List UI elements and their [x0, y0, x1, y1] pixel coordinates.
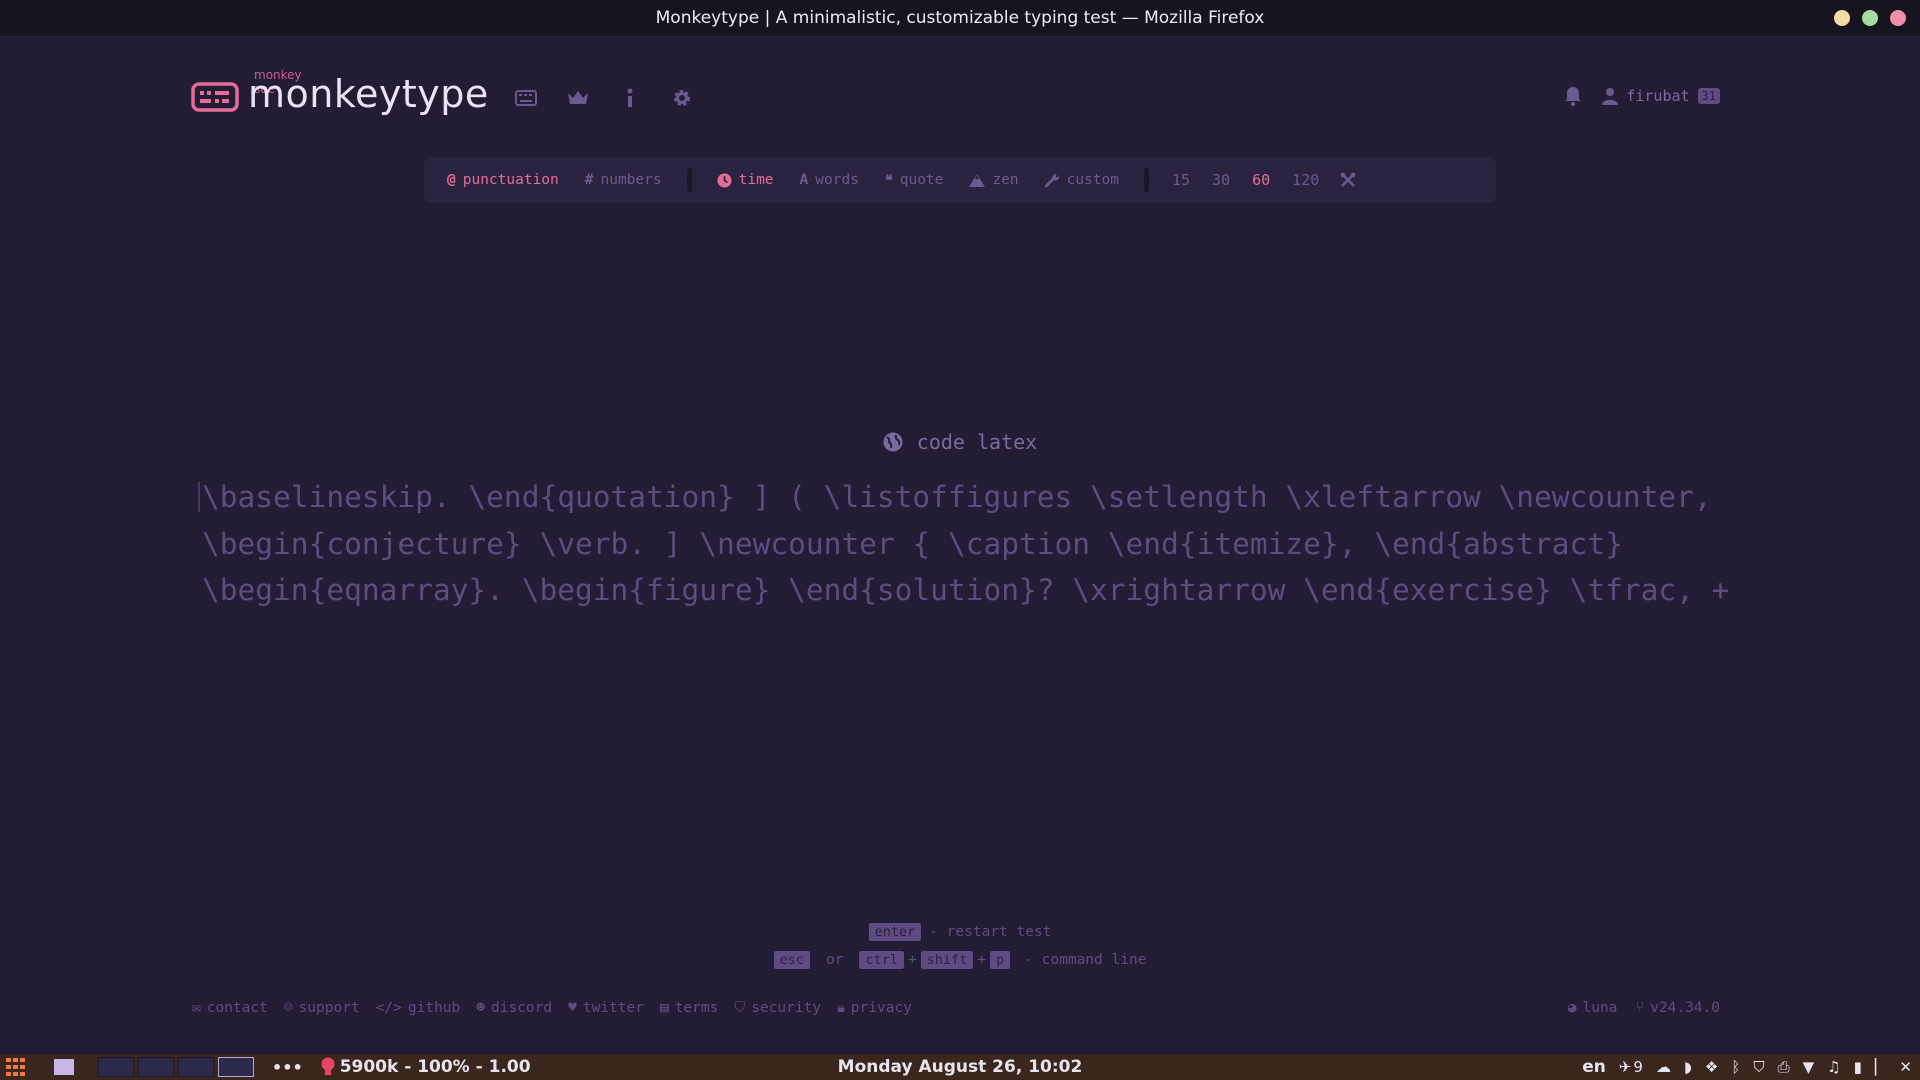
mode-custom[interactable]: custom: [1032, 172, 1132, 188]
restart-text: - restart test: [929, 924, 1052, 940]
gear-icon[interactable]: [656, 86, 708, 110]
word-line: \begin{eqnarray}. \begin{figure} \end{so…: [202, 573, 1730, 607]
dropbox-icon[interactable]: ❖: [1705, 1058, 1718, 1076]
support-link[interactable]: ☺ support: [284, 1000, 360, 1016]
wifi-icon[interactable]: ▼: [1803, 1058, 1815, 1076]
file-icon: ▤: [659, 1000, 669, 1016]
duration-15[interactable]: 15: [1161, 171, 1201, 189]
divider: [686, 168, 692, 192]
word-line: \begin{conjecture} \verb. ] \newcounter …: [202, 526, 1623, 561]
font-icon: A: [799, 172, 809, 188]
hash-icon: #: [584, 172, 594, 188]
test-config-bar: @ punctuation # numbers time A words ❝ q…: [424, 157, 1496, 203]
footer-links: ✉ contact ☺ support </> github ☻ discord ♥ tw…: [192, 1000, 912, 1016]
battery-icon[interactable]: ▮: [1854, 1058, 1862, 1076]
close-button[interactable]: [1890, 10, 1906, 26]
printer-icon[interactable]: ⎙: [1778, 1058, 1790, 1076]
caret: [198, 482, 200, 512]
window-title: Monkeytype | A minimalistic, customizabl…: [655, 8, 1265, 28]
keyboard-layout[interactable]: en: [1582, 1057, 1606, 1077]
music-icon[interactable]: ♫: [1827, 1058, 1840, 1076]
ctrl-key: ctrl: [859, 951, 904, 969]
mode-zen[interactable]: zen: [956, 172, 1031, 188]
window-titlebar: Monkeytype | A minimalistic, customizabl…: [0, 0, 1920, 37]
keyboard-icon[interactable]: [500, 86, 552, 110]
clock-icon: [717, 172, 732, 188]
privacy-link[interactable]: 🔒︎ privacy: [837, 1000, 912, 1016]
user-icon: [1602, 88, 1619, 105]
duration-120[interactable]: 120: [1281, 171, 1330, 189]
globe-icon: [883, 432, 903, 452]
minimize-button[interactable]: [1834, 10, 1850, 26]
twitter-icon: ♥: [568, 1000, 577, 1016]
palette-icon: ◕: [1567, 1000, 1577, 1016]
envelope-icon: ✉: [192, 1000, 201, 1016]
bell-icon[interactable]: [1564, 86, 1582, 106]
shield-icon: ⛉: [734, 1000, 746, 1016]
keyboard-logo-icon: [191, 82, 239, 112]
twitter-link[interactable]: ♥ twitter: [568, 1000, 644, 1016]
level-badge: 31: [1697, 88, 1720, 104]
restart-hint: enter - restart test: [0, 923, 1920, 941]
bluetooth-icon[interactable]: ᛒ: [1731, 1058, 1740, 1076]
at-icon: @: [447, 172, 456, 188]
punctuation-toggle[interactable]: @ punctuation: [434, 172, 572, 188]
panel-icon[interactable]: ▏: [1875, 1058, 1887, 1076]
security-link[interactable]: ⛉ security: [734, 1000, 821, 1016]
close-session-icon[interactable]: ✕: [1899, 1058, 1912, 1076]
maximize-button[interactable]: [1862, 10, 1878, 26]
version-button[interactable]: ⑂ v24.34.0: [1635, 1000, 1720, 1016]
tools-icon[interactable]: [1340, 172, 1356, 188]
discord-link[interactable]: ☻ discord: [476, 1000, 552, 1016]
numbers-toggle[interactable]: # numbers: [572, 172, 675, 188]
language-button[interactable]: code latex: [0, 430, 1920, 454]
words-area[interactable]: \baselineskip. \end{quotation} ] ( \list…: [202, 474, 1730, 614]
username: firubat: [1626, 87, 1690, 105]
esc-key: esc: [773, 951, 810, 969]
mode-time[interactable]: time: [704, 172, 787, 188]
plus-text: +: [977, 952, 987, 968]
divider: [1143, 168, 1149, 192]
toggle-icon[interactable]: ◗: [1684, 1058, 1692, 1076]
command-line-hint: esc or ctrl + shift + p - command line: [0, 951, 1920, 969]
discord-icon: ☻: [476, 1000, 486, 1016]
mode-quote[interactable]: ❝ quote: [872, 172, 956, 189]
notifications-indicator[interactable]: ✈ 9: [1619, 1058, 1643, 1076]
language-label: code latex: [916, 430, 1038, 454]
terms-link[interactable]: ▤ terms: [660, 1000, 718, 1016]
cloud-icon[interactable]: ☁: [1656, 1058, 1671, 1076]
info-icon[interactable]: [604, 86, 656, 110]
theme-button[interactable]: ◕ luna: [1568, 1000, 1618, 1016]
mountain-icon: [969, 173, 986, 187]
footer-right: ◕ luna ⑂ v24.34.0: [1568, 1000, 1720, 1016]
rocket-icon: ✈: [1618, 1058, 1632, 1076]
quote-icon: ❝: [884, 171, 893, 189]
donate-icon: ☺: [283, 1000, 293, 1016]
github-link[interactable]: </> github: [376, 1000, 461, 1016]
crown-icon[interactable]: [552, 86, 604, 110]
vpn-shield-icon[interactable]: ⛉: [1753, 1058, 1764, 1076]
contact-link[interactable]: ✉ contact: [192, 1000, 268, 1016]
branch-icon: ⑂: [1635, 1000, 1645, 1016]
plus-text: +: [907, 952, 917, 968]
command-text: - command line: [1024, 952, 1147, 968]
enter-key: enter: [868, 923, 922, 941]
or-text: or: [825, 952, 844, 968]
system-taskbar: ••• 5900k - 100% - 1.00 Monday August 26…: [0, 1054, 1920, 1080]
duration-30[interactable]: 30: [1201, 171, 1241, 189]
logo-text: monkeytype: [248, 72, 489, 116]
p-key: p: [990, 951, 1011, 969]
lock-icon: 🔒︎: [837, 1000, 845, 1016]
wrench-icon: [1044, 173, 1059, 188]
duration-60[interactable]: 60: [1241, 171, 1281, 189]
account-button[interactable]: firubat 31: [1602, 87, 1720, 105]
mode-words[interactable]: A words: [787, 172, 872, 188]
shift-key: shift: [920, 951, 974, 969]
code-icon: </>: [375, 1000, 402, 1016]
word-line: \baselineskip. \end{quotation} ] ( \list…: [202, 480, 1712, 514]
